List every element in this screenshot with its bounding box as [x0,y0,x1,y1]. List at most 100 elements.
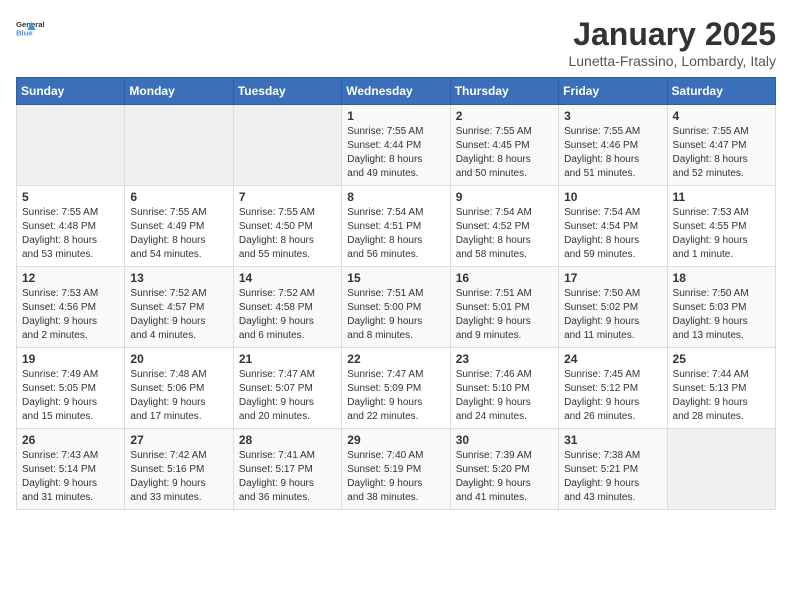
calendar-table: SundayMondayTuesdayWednesdayThursdayFrid… [16,77,776,510]
day-info: Sunrise: 7:55 AM Sunset: 4:47 PM Dayligh… [673,125,770,181]
day-number: 11 [673,190,770,204]
day-number: 24 [564,352,661,366]
calendar-cell: 14 Sunrise: 7:52 AM Sunset: 4:58 PM Dayli… [233,267,341,348]
day-info: Sunrise: 7:54 AM Sunset: 4:52 PM Dayligh… [456,206,553,262]
header: GeneralBlue January 2025 Lunetta-Frassin… [16,16,776,69]
day-info: Sunrise: 7:55 AM Sunset: 4:44 PM Dayligh… [347,125,444,181]
calendar-cell: 1 Sunrise: 7:55 AM Sunset: 4:44 PM Daylig… [342,105,450,186]
calendar-cell [233,105,341,186]
calendar-cell: 11 Sunrise: 7:53 AM Sunset: 4:55 PM Dayli… [667,186,775,267]
day-number: 18 [673,271,770,285]
calendar-cell: 16Sunrise: 7:51 AM Sunset: 5:01 PM Dayli… [450,267,558,348]
day-info: Sunrise: 7:49 AM Sunset: 5:05 PM Dayligh… [22,368,119,424]
calendar-cell: 19 Sunrise: 7:49 AM Sunset: 5:05 PM Dayli… [17,348,125,429]
calendar-cell [667,429,775,510]
calendar-cell: 4 Sunrise: 7:55 AM Sunset: 4:47 PM Daylig… [667,105,775,186]
calendar-cell [17,105,125,186]
day-number: 27 [130,433,227,447]
calendar-cell: 27Sunrise: 7:42 AM Sunset: 5:16 PM Dayli… [125,429,233,510]
weekday-header-friday: Friday [559,78,667,105]
day-info: Sunrise: 7:39 AM Sunset: 5:20 PM Dayligh… [456,449,553,505]
week-row-3: 12Sunrise: 7:53 AM Sunset: 4:56 PM Dayli… [17,267,776,348]
day-number: 1 [347,109,444,123]
day-info: Sunrise: 7:41 AM Sunset: 5:17 PM Dayligh… [239,449,336,505]
day-number: 13 [130,271,227,285]
day-info: Sunrise: 7:52 AM Sunset: 4:58 PM Dayligh… [239,287,336,343]
day-number: 10 [564,190,661,204]
calendar-cell: 24 Sunrise: 7:45 AM Sunset: 5:12 PM Dayli… [559,348,667,429]
day-number: 31 [564,433,661,447]
month-title: January 2025 [568,16,776,53]
day-number: 25 [673,352,770,366]
day-info: Sunrise: 7:50 AM Sunset: 5:02 PM Dayligh… [564,287,661,343]
day-number: 28 [239,433,336,447]
calendar-cell: 7 Sunrise: 7:55 AM Sunset: 4:50 PM Daylig… [233,186,341,267]
day-number: 2 [456,109,553,123]
day-info: Sunrise: 7:55 AM Sunset: 4:45 PM Dayligh… [456,125,553,181]
weekday-header-monday: Monday [125,78,233,105]
calendar-cell: 21 Sunrise: 7:47 AM Sunset: 5:07 PM Dayli… [233,348,341,429]
calendar-cell: 5 Sunrise: 7:55 AM Sunset: 4:48 PM Daylig… [17,186,125,267]
week-row-1: 1 Sunrise: 7:55 AM Sunset: 4:44 PM Daylig… [17,105,776,186]
weekday-header-saturday: Saturday [667,78,775,105]
week-row-4: 19 Sunrise: 7:49 AM Sunset: 5:05 PM Dayli… [17,348,776,429]
day-number: 8 [347,190,444,204]
day-info: Sunrise: 7:38 AM Sunset: 5:21 PM Dayligh… [564,449,661,505]
day-info: Sunrise: 7:52 AM Sunset: 4:57 PM Dayligh… [130,287,227,343]
calendar-cell: 23Sunrise: 7:46 AM Sunset: 5:10 PM Dayli… [450,348,558,429]
calendar-cell: 26 Sunrise: 7:43 AM Sunset: 5:14 PM Dayli… [17,429,125,510]
calendar-cell: 3Sunrise: 7:55 AM Sunset: 4:46 PM Daylig… [559,105,667,186]
day-number: 14 [239,271,336,285]
weekday-header-sunday: Sunday [17,78,125,105]
day-number: 9 [456,190,553,204]
calendar-cell: 10 Sunrise: 7:54 AM Sunset: 4:54 PM Dayli… [559,186,667,267]
logo: GeneralBlue [16,16,44,44]
calendar-cell: 9 Sunrise: 7:54 AM Sunset: 4:52 PM Daylig… [450,186,558,267]
day-info: Sunrise: 7:53 AM Sunset: 4:55 PM Dayligh… [673,206,770,262]
day-info: Sunrise: 7:55 AM Sunset: 4:49 PM Dayligh… [130,206,227,262]
week-row-2: 5 Sunrise: 7:55 AM Sunset: 4:48 PM Daylig… [17,186,776,267]
day-info: Sunrise: 7:55 AM Sunset: 4:46 PM Dayligh… [564,125,661,181]
day-number: 19 [22,352,119,366]
calendar-cell: 30 Sunrise: 7:39 AM Sunset: 5:20 PM Dayli… [450,429,558,510]
calendar-cell: 17 Sunrise: 7:50 AM Sunset: 5:02 PM Dayli… [559,267,667,348]
day-number: 22 [347,352,444,366]
day-number: 26 [22,433,119,447]
day-info: Sunrise: 7:55 AM Sunset: 4:48 PM Dayligh… [22,206,119,262]
day-info: Sunrise: 7:54 AM Sunset: 4:54 PM Dayligh… [564,206,661,262]
subtitle: Lunetta-Frassino, Lombardy, Italy [568,53,776,69]
calendar-cell: 15Sunrise: 7:51 AM Sunset: 5:00 PM Dayli… [342,267,450,348]
day-number: 15 [347,271,444,285]
calendar-cell: 8 Sunrise: 7:54 AM Sunset: 4:51 PM Daylig… [342,186,450,267]
day-number: 17 [564,271,661,285]
calendar-cell [125,105,233,186]
calendar-cell: 2 Sunrise: 7:55 AM Sunset: 4:45 PM Daylig… [450,105,558,186]
weekday-header-tuesday: Tuesday [233,78,341,105]
day-info: Sunrise: 7:47 AM Sunset: 5:09 PM Dayligh… [347,368,444,424]
day-info: Sunrise: 7:45 AM Sunset: 5:12 PM Dayligh… [564,368,661,424]
calendar-cell: 28 Sunrise: 7:41 AM Sunset: 5:17 PM Dayli… [233,429,341,510]
day-info: Sunrise: 7:43 AM Sunset: 5:14 PM Dayligh… [22,449,119,505]
day-info: Sunrise: 7:50 AM Sunset: 5:03 PM Dayligh… [673,287,770,343]
day-info: Sunrise: 7:47 AM Sunset: 5:07 PM Dayligh… [239,368,336,424]
day-number: 12 [22,271,119,285]
day-number: 7 [239,190,336,204]
day-number: 21 [239,352,336,366]
day-number: 5 [22,190,119,204]
day-number: 16 [456,271,553,285]
day-info: Sunrise: 7:40 AM Sunset: 5:19 PM Dayligh… [347,449,444,505]
day-info: Sunrise: 7:54 AM Sunset: 4:51 PM Dayligh… [347,206,444,262]
weekday-header-thursday: Thursday [450,78,558,105]
day-number: 4 [673,109,770,123]
day-number: 20 [130,352,227,366]
calendar-cell: 12Sunrise: 7:53 AM Sunset: 4:56 PM Dayli… [17,267,125,348]
day-number: 30 [456,433,553,447]
day-info: Sunrise: 7:46 AM Sunset: 5:10 PM Dayligh… [456,368,553,424]
day-info: Sunrise: 7:55 AM Sunset: 4:50 PM Dayligh… [239,206,336,262]
title-block: January 2025 Lunetta-Frassino, Lombardy,… [568,16,776,69]
calendar-cell: 6 Sunrise: 7:55 AM Sunset: 4:49 PM Daylig… [125,186,233,267]
calendar-cell: 22 Sunrise: 7:47 AM Sunset: 5:09 PM Dayli… [342,348,450,429]
day-number: 6 [130,190,227,204]
calendar-cell: 20Sunrise: 7:48 AM Sunset: 5:06 PM Dayli… [125,348,233,429]
day-info: Sunrise: 7:44 AM Sunset: 5:13 PM Dayligh… [673,368,770,424]
